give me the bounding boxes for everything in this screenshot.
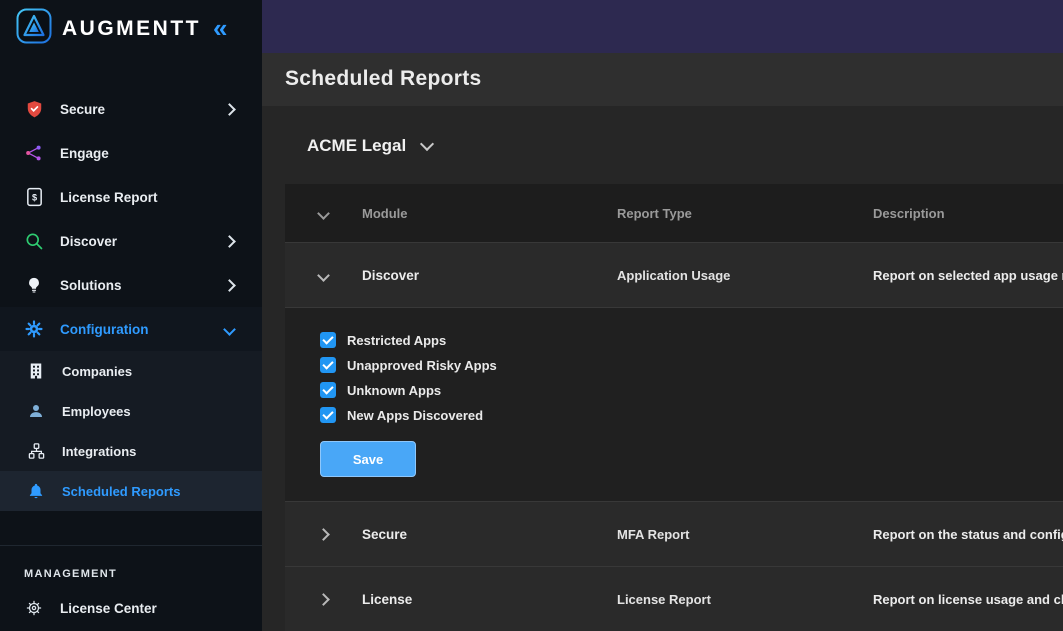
sidebar-item-engage[interactable]: Engage [0, 131, 262, 175]
sidebar-item-label: License Center [60, 601, 262, 616]
section-header: MANAGEMENT [0, 568, 262, 580]
expand-all-chevron-icon[interactable] [317, 207, 330, 220]
titlebar: Scheduled Reports [262, 53, 1063, 106]
chevron-down-icon [223, 323, 236, 336]
chevron-down-icon [420, 137, 434, 151]
shield-icon [24, 99, 44, 119]
logo-text: AUGMENTT [62, 17, 201, 41]
cell-description: Report on the status and config [873, 527, 1063, 542]
content-area: ACME Legal Module Report Type Descriptio… [262, 106, 1063, 631]
svg-text:$: $ [31, 192, 36, 202]
share-nodes-icon [24, 143, 44, 163]
checkbox-checked[interactable] [320, 407, 336, 423]
sidebar-item-label: Configuration [60, 322, 209, 337]
column-header-report-type: Report Type [617, 206, 873, 221]
sidebar-item-configuration[interactable]: Configuration [0, 307, 262, 351]
table-header-row: Module Report Type Description [285, 184, 1063, 242]
sidebar-item-label: Solutions [60, 278, 209, 293]
augmentt-logo-icon [16, 8, 52, 49]
configuration-submenu: Companies Employees Integrations [0, 351, 262, 511]
sidebar-item-license-report[interactable]: $ License Report [0, 175, 262, 219]
sidebar-item-employees[interactable]: Employees [0, 391, 262, 431]
expand-row-chevron-icon[interactable] [317, 593, 330, 606]
checkbox-row: Unknown Apps [320, 382, 1063, 398]
sidebar-item-companies[interactable]: Companies [0, 351, 262, 391]
save-button[interactable]: Save [320, 441, 416, 477]
sidebar-item-scheduled-reports[interactable]: Scheduled Reports [0, 471, 262, 511]
page-title: Scheduled Reports [285, 67, 481, 91]
cell-module: Discover [362, 268, 617, 283]
chevron-right-icon [223, 103, 236, 116]
checkbox-label: Unapproved Risky Apps [347, 358, 497, 373]
management-section: MANAGEMENT License Center [0, 545, 262, 630]
checkbox-label: New Apps Discovered [347, 408, 483, 423]
expanded-row-panel: Restricted Apps Unapproved Risky Apps Un… [285, 307, 1063, 501]
cell-module: Secure [362, 527, 617, 542]
sidebar-item-label: Employees [62, 404, 262, 419]
sidebar-item-label: Discover [60, 234, 209, 249]
cell-report-type: MFA Report [617, 527, 873, 542]
sidebar-item-label: Scheduled Reports [62, 484, 262, 499]
column-header-description: Description [873, 206, 1063, 221]
sidebar-item-label: Integrations [62, 444, 262, 459]
expand-row-chevron-icon[interactable] [317, 528, 330, 541]
sidebar-item-discover[interactable]: Discover [0, 219, 262, 263]
topbar [262, 0, 1063, 53]
sidebar-item-label: License Report [60, 190, 234, 205]
company-selector[interactable]: ACME Legal [307, 136, 432, 156]
sidebar-item-license-center[interactable]: License Center [0, 586, 262, 630]
cell-description: Report on license usage and ch [873, 592, 1063, 607]
checkbox-checked[interactable] [320, 382, 336, 398]
magnifier-icon [24, 231, 44, 251]
sidebar: AUGMENTT « Secure Engage $ [0, 0, 262, 631]
column-header-module: Module [362, 206, 617, 221]
sidebar-item-secure[interactable]: Secure [0, 87, 262, 131]
main-area: Scheduled Reports ACME Legal Module Repo… [262, 0, 1063, 631]
checkbox-label: Unknown Apps [347, 383, 441, 398]
company-selector-value: ACME Legal [307, 136, 406, 156]
checkbox-checked[interactable] [320, 357, 336, 373]
org-chart-icon [26, 442, 46, 460]
sidebar-item-label: Engage [60, 146, 234, 161]
sidebar-item-label: Secure [60, 102, 209, 117]
cell-report-type: License Report [617, 592, 873, 607]
gear-icon [24, 319, 44, 339]
table-row[interactable]: Discover Application Usage Report on sel… [285, 242, 1063, 307]
sidebar-nav: Secure Engage $ License Report Disco [0, 87, 262, 511]
collapse-row-chevron-icon[interactable] [317, 269, 330, 282]
scheduled-reports-table: Module Report Type Description Discover … [285, 184, 1063, 631]
table-row[interactable]: License License Report Report on license… [285, 566, 1063, 631]
cell-report-type: Application Usage [617, 268, 873, 283]
chevron-right-icon [223, 235, 236, 248]
sidebar-item-label: Companies [62, 364, 262, 379]
cell-module: License [362, 592, 617, 607]
checkbox-label: Restricted Apps [347, 333, 446, 348]
document-dollar-icon: $ [24, 187, 44, 207]
sidebar-item-solutions[interactable]: Solutions [0, 263, 262, 307]
bell-icon [26, 481, 46, 501]
person-icon [26, 402, 46, 420]
table-row[interactable]: Secure MFA Report Report on the status a… [285, 501, 1063, 566]
cell-description: Report on selected app usage m [873, 268, 1063, 283]
logo-row: AUGMENTT « [0, 0, 262, 57]
checkbox-row: New Apps Discovered [320, 407, 1063, 423]
checkbox-checked[interactable] [320, 332, 336, 348]
sidebar-collapse-icon[interactable]: « [213, 18, 227, 39]
checkbox-row: Restricted Apps [320, 332, 1063, 348]
lightbulb-icon [24, 275, 44, 295]
app-window: AUGMENTT « Secure Engage $ [0, 0, 1063, 631]
gear-badge-icon [24, 599, 44, 617]
checkbox-row: Unapproved Risky Apps [320, 357, 1063, 373]
sidebar-item-integrations[interactable]: Integrations [0, 431, 262, 471]
chevron-right-icon [223, 279, 236, 292]
building-icon [26, 362, 46, 380]
